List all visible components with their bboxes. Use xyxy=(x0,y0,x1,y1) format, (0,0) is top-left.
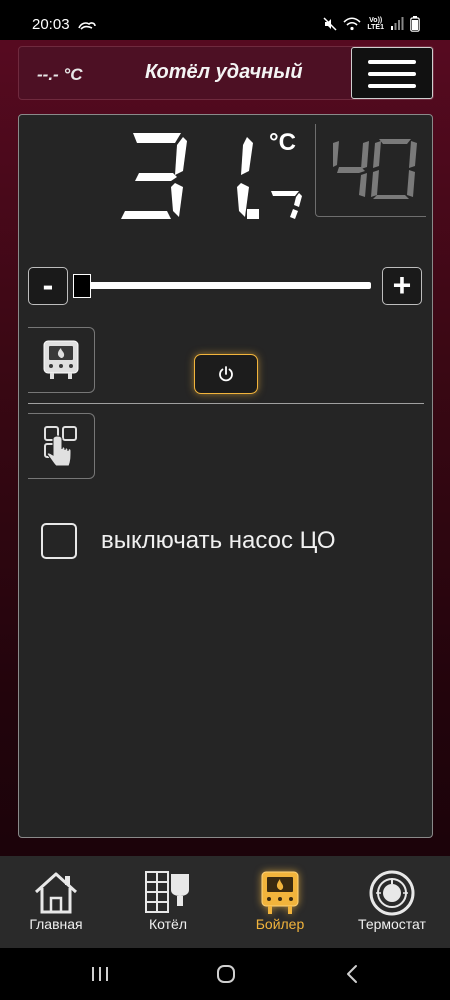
boiler-icon xyxy=(43,340,79,379)
digit-1 xyxy=(237,137,253,217)
network-type-label: Vo)) LTE1 xyxy=(367,17,384,31)
pump-off-checkbox[interactable] xyxy=(41,523,77,559)
digit-3 xyxy=(121,133,187,219)
network-lte-label: LTE1 xyxy=(367,24,384,31)
mute-icon xyxy=(323,17,337,31)
page-title: Котёл удачный xyxy=(145,61,303,83)
app-header: --.- °C Котёл удачный xyxy=(18,46,434,100)
hamburger-menu-icon xyxy=(368,60,416,64)
nav-label-home: Главная xyxy=(29,916,83,932)
hamburger-menu-line xyxy=(368,72,416,76)
cloud-icon xyxy=(78,18,96,30)
power-button[interactable] xyxy=(194,354,258,394)
boiler-icon xyxy=(255,868,305,918)
status-icons: Vo)) LTE1 xyxy=(323,16,420,32)
nav-item-thermostat[interactable]: Термостат xyxy=(336,856,448,948)
status-time: 20:03 xyxy=(32,16,70,33)
boiler-kettle-icon xyxy=(143,868,193,918)
nav-item-home[interactable]: Главная xyxy=(0,856,112,948)
signal-icon xyxy=(390,17,404,31)
temperature-unit: °C xyxy=(269,129,296,156)
outside-temperature: --.- °C xyxy=(37,65,83,84)
digit-0 xyxy=(371,139,417,199)
nav-label-boiler: Бойлер xyxy=(255,916,305,932)
power-icon xyxy=(219,366,233,382)
decrease-button[interactable]: - xyxy=(28,267,68,305)
section-divider xyxy=(28,403,424,404)
decimal-point xyxy=(247,209,259,219)
battery-icon xyxy=(410,16,420,32)
home-circle-icon xyxy=(217,965,235,983)
home-icon xyxy=(31,868,81,918)
digit-4 xyxy=(333,141,369,197)
network-voice-label: Vo)) xyxy=(369,17,383,24)
setpoint-slider-thumb[interactable] xyxy=(73,274,91,298)
recent-apps-button[interactable] xyxy=(85,962,115,986)
nav-label-boiler-kettle: Котёл xyxy=(148,916,187,932)
nav-item-boiler[interactable]: Бойлер xyxy=(224,856,336,948)
boiler-panel: °C - + выключать насос ЦО xyxy=(18,114,433,838)
hamburger-menu-line xyxy=(368,84,416,88)
app-screen: 20:03 Vo)) LTE1 --.- °C Котёл удачный °C… xyxy=(0,0,450,1000)
setpoint-digits xyxy=(333,139,417,199)
pump-off-label: выключать насос ЦО xyxy=(101,527,336,554)
setpoint-slider-track[interactable] xyxy=(77,282,371,289)
recent-apps-icon xyxy=(92,967,108,981)
hamburger-menu-button[interactable] xyxy=(351,47,433,99)
back-icon xyxy=(347,965,357,983)
digit-7-small xyxy=(271,191,302,219)
nav-item-boiler-kettle[interactable]: Котёл xyxy=(112,856,224,948)
nav-label-thermostat: Термостат xyxy=(358,916,426,932)
touch-control-icon xyxy=(44,426,77,467)
system-home-button[interactable] xyxy=(211,962,241,986)
manual-control-tab[interactable] xyxy=(28,413,95,479)
system-navigation-bar xyxy=(0,948,450,1000)
status-bar: 20:03 Vo)) LTE1 xyxy=(0,0,450,40)
boiler-mode-tab[interactable] xyxy=(28,327,95,393)
wifi-icon xyxy=(343,17,361,31)
back-button[interactable] xyxy=(337,962,367,986)
increase-button[interactable]: + xyxy=(382,267,422,305)
thermostat-icon xyxy=(367,868,417,918)
bottom-navigation: Главная Котёл Бойлер Термостат xyxy=(0,856,450,948)
